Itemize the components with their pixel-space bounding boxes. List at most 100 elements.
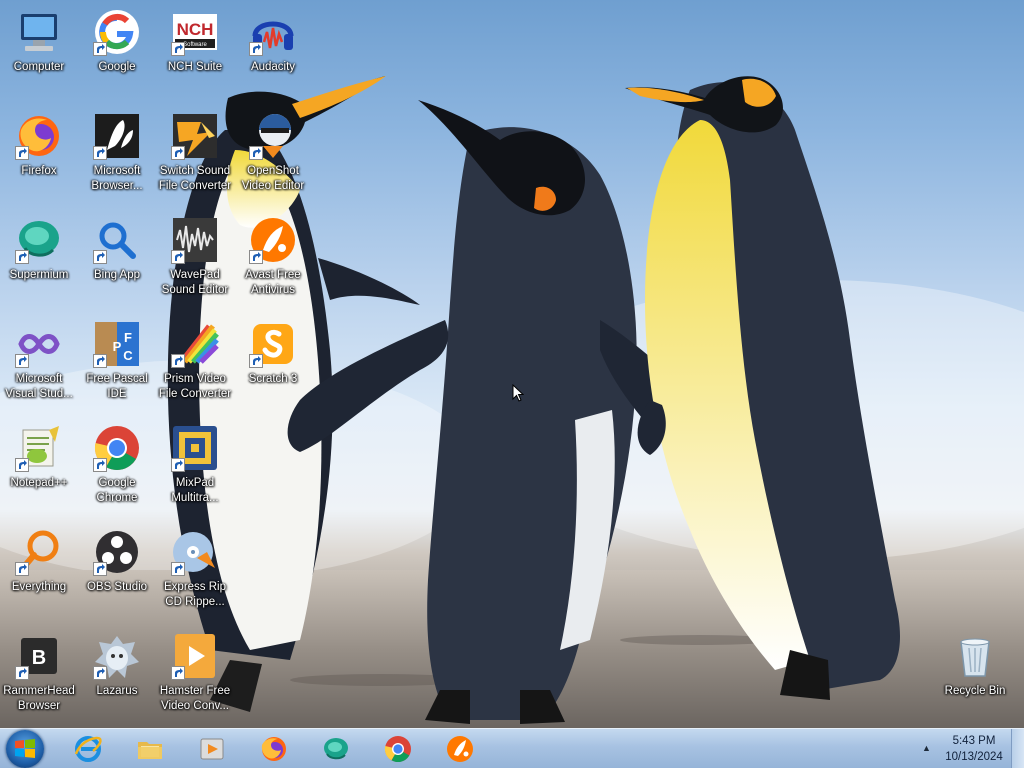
rammerhead-icon: B xyxy=(15,632,63,680)
shortcut-arrow-icon xyxy=(249,354,263,368)
recycle-bin-icon xyxy=(951,632,999,680)
media-player-icon xyxy=(200,738,224,760)
taskbar-app-file-explorer[interactable] xyxy=(122,731,178,767)
chrome-icon xyxy=(93,424,141,472)
shortcut-arrow-icon xyxy=(15,250,29,264)
google-icon xyxy=(93,8,141,56)
show-desktop-button[interactable] xyxy=(1011,729,1024,768)
svg-text:P: P xyxy=(113,339,122,354)
desktop-icon-supermium[interactable]: Supermium xyxy=(0,216,78,283)
svg-text:F: F xyxy=(124,330,132,345)
notepadpp-icon xyxy=(15,424,63,472)
shortcut-arrow-icon xyxy=(15,458,29,472)
shortcut-arrow-icon xyxy=(15,354,29,368)
svg-text:Software: Software xyxy=(183,42,207,48)
taskbar-app-supermium[interactable] xyxy=(308,731,364,767)
desktop-icon-mixpad[interactable]: MixPad Multitra... xyxy=(156,424,234,506)
icon-label: OpenShot Video Editor xyxy=(241,165,305,192)
shortcut-arrow-icon xyxy=(93,146,107,160)
icon-label: NCH Suite xyxy=(167,61,223,73)
icon-label: Everything xyxy=(11,581,67,593)
desktop-icon-avast[interactable]: Avast Free Antivirus xyxy=(234,216,312,298)
bing-search-icon xyxy=(93,216,141,264)
desktop-icon-obs[interactable]: OBS Studio xyxy=(78,528,156,595)
desktop-icon-everything[interactable]: Everything xyxy=(0,528,78,595)
taskbar-app-internet-explorer[interactable] xyxy=(60,731,116,767)
show-hidden-icons-button[interactable]: ▲ xyxy=(922,743,934,755)
taskbar-app-chrome[interactable] xyxy=(370,731,426,767)
shortcut-arrow-icon xyxy=(249,250,263,264)
icon-label: Recycle Bin xyxy=(944,685,1006,697)
shortcut-arrow-icon xyxy=(171,666,185,680)
clock-time: 5:43 PM xyxy=(952,735,996,747)
shortcut-arrow-icon xyxy=(171,562,185,576)
icon-label: Notepad++ xyxy=(10,477,68,489)
desktop-icon-free-pascal[interactable]: FCP Free Pascal IDE xyxy=(78,320,156,402)
obs-icon xyxy=(93,528,141,576)
svg-text:NCH: NCH xyxy=(177,20,214,39)
taskbar-app-avast[interactable] xyxy=(432,731,488,767)
desktop-icon-notepadpp[interactable]: Notepad++ xyxy=(0,424,78,491)
desktop-icon-prism-video[interactable]: Prism Video File Converter xyxy=(156,320,234,402)
desktop-icon-express-rip[interactable]: Express Rip CD Rippe... xyxy=(156,528,234,610)
desktop-icon-hamster[interactable]: Hamster Free Video Conv... xyxy=(156,632,234,714)
everything-search-icon xyxy=(15,528,63,576)
icon-label: Prism Video File Converter xyxy=(158,373,232,400)
shortcut-arrow-icon xyxy=(171,250,185,264)
desktop-icon-wavepad[interactable]: WavePad Sound Editor xyxy=(156,216,234,298)
desktop-icon-microsoft-browser[interactable]: Microsoft Browser... xyxy=(78,112,156,194)
desktop-icon-firefox[interactable]: Firefox xyxy=(0,112,78,179)
shortcut-arrow-icon xyxy=(93,666,107,680)
free-pascal-icon: FCP xyxy=(93,320,141,368)
icon-label: Microsoft Browser... xyxy=(91,165,143,192)
desktop-icon-computer[interactable]: Computer xyxy=(0,8,78,75)
windows-logo-icon xyxy=(15,739,35,758)
visual-studio-icon xyxy=(15,320,63,368)
shortcut-arrow-icon xyxy=(93,562,107,576)
taskbar-app-firefox[interactable] xyxy=(246,731,302,767)
shortcut-arrow-icon xyxy=(171,458,185,472)
internet-explorer-icon xyxy=(74,736,102,762)
shortcut-arrow-icon xyxy=(15,146,29,160)
supermium-icon xyxy=(15,216,63,264)
taskbar-app-media-player[interactable] xyxy=(184,731,240,767)
icon-label: Free Pascal IDE xyxy=(86,373,148,400)
wavepad-icon xyxy=(171,216,219,264)
shortcut-arrow-icon xyxy=(171,42,185,56)
desktop-icon-nch-suite[interactable]: NCH Software NCH Suite xyxy=(156,8,234,75)
desktop-icon-openshot[interactable]: OpenShot Video Editor xyxy=(234,112,312,194)
desktop-icon-rammerhead[interactable]: B RammerHead Browser xyxy=(0,632,78,714)
microsoft-browser-icon xyxy=(93,112,141,160)
desktop-icon-google[interactable]: Google xyxy=(78,8,156,75)
desktop-icon-switch-sound[interactable]: Switch Sound File Converter xyxy=(156,112,234,194)
desktop-icon-audacity[interactable]: Audacity xyxy=(234,8,312,75)
openshot-icon xyxy=(249,112,297,160)
firefox-icon xyxy=(261,737,286,761)
shortcut-arrow-icon xyxy=(93,354,107,368)
shortcut-arrow-icon xyxy=(93,458,107,472)
desktop-icon-scratch[interactable]: Scratch 3 xyxy=(234,320,312,387)
icon-label: WavePad Sound Editor xyxy=(161,269,229,296)
desktop-icon-visual-studio[interactable]: Microsoft Visual Stud... xyxy=(0,320,78,402)
taskbar: ▲ 5:43 PM 10/13/2024 xyxy=(0,728,1024,768)
start-button[interactable] xyxy=(6,730,44,768)
switch-sound-icon xyxy=(171,112,219,160)
desktop-icon-bing[interactable]: Bing App xyxy=(78,216,156,283)
chrome-icon xyxy=(384,736,411,763)
shortcut-arrow-icon xyxy=(93,42,107,56)
desktop-icon-chrome[interactable]: Google Chrome xyxy=(78,424,156,506)
taskbar-clock[interactable]: 5:43 PM 10/13/2024 xyxy=(938,733,1010,765)
shortcut-arrow-icon xyxy=(171,146,185,160)
icon-label: Scratch 3 xyxy=(248,373,298,385)
shortcut-arrow-icon xyxy=(15,562,29,576)
icon-label: Audacity xyxy=(250,61,296,73)
shortcut-arrow-icon xyxy=(171,354,185,368)
computer-icon xyxy=(15,8,63,56)
shortcut-arrow-icon xyxy=(93,250,107,264)
desktop-icon-lazarus[interactable]: Lazarus xyxy=(78,632,156,699)
icon-label: Switch Sound File Converter xyxy=(158,165,232,192)
prism-video-icon xyxy=(171,320,219,368)
desktop-icon-recycle-bin[interactable]: Recycle Bin xyxy=(936,632,1014,699)
svg-text:C: C xyxy=(123,348,133,363)
file-explorer-icon xyxy=(138,742,162,759)
